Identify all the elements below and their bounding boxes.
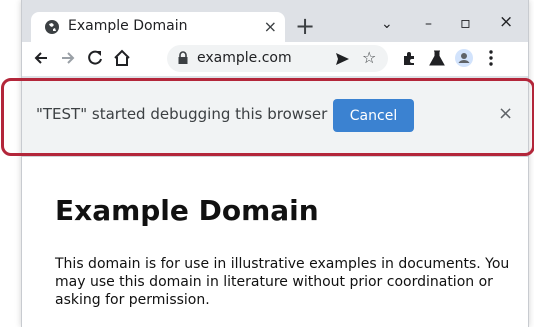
browser-window: Example Domain × + ⌄ – ▫ × example.com ☆… xyxy=(21,0,529,327)
star-icon[interactable]: ☆ xyxy=(362,48,376,67)
lock-icon[interactable] xyxy=(177,51,189,65)
debugging-infobar: "TEST" started debugging this browser Ca… xyxy=(22,78,528,157)
globe-icon xyxy=(45,20,59,34)
cancel-button[interactable]: Cancel xyxy=(333,99,414,132)
profile-icon[interactable] xyxy=(454,48,474,68)
maximize-button[interactable]: ▫ xyxy=(460,13,471,32)
back-icon[interactable] xyxy=(31,48,51,68)
minimize-button[interactable]: – xyxy=(425,16,432,32)
new-tab-button[interactable]: + xyxy=(295,14,315,38)
home-icon[interactable] xyxy=(112,48,132,68)
infobar-close-button[interactable]: × xyxy=(498,103,513,124)
tab-strip: Example Domain × + ⌄ – ▫ × xyxy=(22,0,528,42)
url-text[interactable]: example.com xyxy=(197,50,292,66)
page-title: Example Domain xyxy=(55,194,319,227)
toolbar: example.com ☆ xyxy=(22,42,528,76)
labs-icon[interactable] xyxy=(427,48,447,68)
window-close-button[interactable]: × xyxy=(499,12,513,32)
menu-icon[interactable] xyxy=(481,48,501,68)
tab-title: Example Domain xyxy=(68,18,188,34)
page-content: Example Domain This domain is for use in… xyxy=(22,157,528,327)
page-paragraph: This domain is for use in illustrative e… xyxy=(55,256,510,308)
reload-icon[interactable] xyxy=(85,48,105,68)
extensions-icon[interactable] xyxy=(400,48,420,68)
tab-example-domain[interactable]: Example Domain × xyxy=(31,12,285,42)
address-bar[interactable]: example.com ☆ xyxy=(167,45,388,72)
send-icon[interactable] xyxy=(334,51,350,67)
forward-icon[interactable] xyxy=(58,48,78,68)
tab-search-dropdown[interactable]: ⌄ xyxy=(381,16,393,32)
tab-close-button[interactable]: × xyxy=(264,17,277,36)
infobar-message: "TEST" started debugging this browser xyxy=(36,105,328,123)
